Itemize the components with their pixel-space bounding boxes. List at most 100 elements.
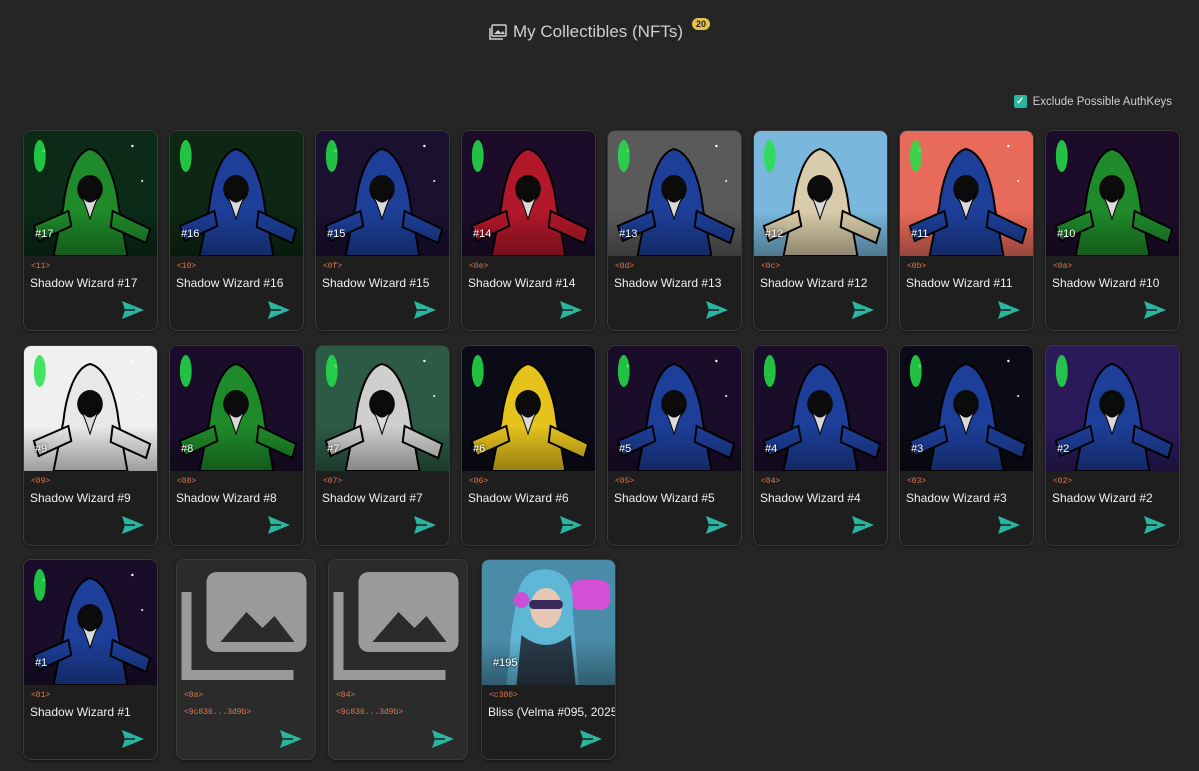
send-icon[interactable] <box>279 729 303 749</box>
nft-number: #195 <box>493 657 518 669</box>
nft-name: Shadow Wizard #8 <box>176 491 277 505</box>
nft-number: #6 <box>473 443 486 455</box>
nft-name: Shadow Wizard #7 <box>322 491 423 505</box>
nft-token-hex: <0a> <box>1053 262 1073 271</box>
nft-number: #15 <box>327 228 346 240</box>
page-title: My Collectibles (NFTs) <box>512 22 683 41</box>
nft-name: Shadow Wizard #6 <box>468 491 569 505</box>
nft-token-hex: <08> <box>177 477 197 486</box>
nft-name: Shadow Wizard #14 <box>468 276 576 290</box>
nft-card[interactable]: #10 <0a> Shadow Wizard #10 <box>1045 130 1180 331</box>
nft-number: #16 <box>181 228 200 240</box>
nft-number: #17 <box>35 228 54 240</box>
placeholder-image-icon <box>177 560 315 685</box>
nft-token-hex: <c300> <box>489 691 518 700</box>
send-icon[interactable] <box>121 729 145 749</box>
nft-number: #1 <box>35 657 48 669</box>
nft-number: #4 <box>765 443 778 455</box>
nft-name: Shadow Wizard #4 <box>760 491 861 505</box>
send-icon[interactable] <box>705 300 729 320</box>
nft-token-hex: <0a> <box>184 691 204 700</box>
nft-name: Shadow Wizard #1 <box>30 705 131 719</box>
nft-card[interactable]: #8 <08> Shadow Wizard #8 <box>169 345 304 546</box>
nft-card[interactable]: #6 <06> Shadow Wizard #6 <box>461 345 596 546</box>
nft-card[interactable]: <04> <9c836...3d9b> <box>328 559 468 760</box>
send-icon[interactable] <box>559 300 583 320</box>
nft-card[interactable]: #2 <02> Shadow Wizard #2 <box>1045 345 1180 546</box>
nft-card[interactable]: #13 <0d> Shadow Wizard #13 <box>607 130 742 331</box>
nft-number: #3 <box>911 443 924 455</box>
send-icon[interactable] <box>851 300 875 320</box>
image-collection-icon <box>489 24 507 40</box>
nft-token-hex: <0c> <box>761 262 781 271</box>
nft-name: Bliss (Velma #095, 2025) <box>488 705 616 719</box>
nft-token-hex: <09> <box>31 477 51 486</box>
nft-card[interactable]: #4 <04> Shadow Wizard #4 <box>753 345 888 546</box>
nft-token-hex: <0f> <box>323 262 343 271</box>
send-icon[interactable] <box>413 515 437 535</box>
nft-token-hex: <10> <box>177 262 197 271</box>
nft-token-hex: <04> <box>761 477 781 486</box>
nft-card[interactable]: #12 <0c> Shadow Wizard #12 <box>753 130 888 331</box>
nft-token-hex: <0b> <box>907 262 927 271</box>
nft-number: #14 <box>473 228 492 240</box>
send-icon[interactable] <box>121 300 145 320</box>
send-icon[interactable] <box>851 515 875 535</box>
nft-card[interactable]: #3 <03> Shadow Wizard #3 <box>899 345 1034 546</box>
nft-token-hex: <01> <box>31 691 51 700</box>
send-icon[interactable] <box>1143 515 1167 535</box>
send-icon[interactable] <box>431 729 455 749</box>
nft-card[interactable]: #14 <0e> Shadow Wizard #14 <box>461 130 596 331</box>
send-icon[interactable] <box>705 515 729 535</box>
send-icon[interactable] <box>997 515 1021 535</box>
nft-token-hex: <04> <box>336 691 356 700</box>
nft-number: #7 <box>327 443 340 455</box>
send-icon[interactable] <box>579 729 603 749</box>
nft-address: <9c836...3d9b> <box>336 708 404 717</box>
nft-token-hex: <05> <box>615 477 635 486</box>
nft-token-hex: <07> <box>323 477 343 486</box>
send-icon[interactable] <box>267 515 291 535</box>
send-icon[interactable] <box>121 515 145 535</box>
nft-card[interactable]: <0a> <9c836...3d9b> <box>176 559 316 760</box>
nft-token-hex: <03> <box>907 477 927 486</box>
send-icon[interactable] <box>267 300 291 320</box>
nft-card[interactable]: #16 <10> Shadow Wizard #16 <box>169 130 304 331</box>
nft-token-hex: <11> <box>31 262 51 271</box>
nft-card[interactable]: #17 <11> Shadow Wizard #17 <box>23 130 158 331</box>
page-header: My Collectibles (NFTs) 20 <box>0 18 1199 45</box>
nft-number: #12 <box>765 228 784 240</box>
send-icon[interactable] <box>559 515 583 535</box>
send-icon[interactable] <box>413 300 437 320</box>
nft-name: Shadow Wizard #2 <box>1052 491 1153 505</box>
nft-name: Shadow Wizard #3 <box>906 491 1007 505</box>
nft-name: Shadow Wizard #11 <box>906 276 1013 290</box>
nft-card[interactable]: #195 <c300> Bliss (Velma #095, 2025) <box>481 559 616 760</box>
nft-card[interactable]: #7 <07> Shadow Wizard #7 <box>315 345 450 546</box>
nft-name: Shadow Wizard #9 <box>30 491 131 505</box>
nft-card[interactable]: #11 <0b> Shadow Wizard #11 <box>899 130 1034 331</box>
nft-name: Shadow Wizard #16 <box>176 276 284 290</box>
nft-number: #10 <box>1057 228 1076 240</box>
send-icon[interactable] <box>1143 300 1167 320</box>
nft-name: Shadow Wizard #15 <box>322 276 430 290</box>
nft-name: Shadow Wizard #10 <box>1052 276 1160 290</box>
nft-name: Shadow Wizard #5 <box>614 491 715 505</box>
nft-card[interactable]: #5 <05> Shadow Wizard #5 <box>607 345 742 546</box>
nft-number: #8 <box>181 443 194 455</box>
nft-card[interactable]: #9 <09> Shadow Wizard #9 <box>23 345 158 546</box>
nft-number: #5 <box>619 443 632 455</box>
nft-name: Shadow Wizard #13 <box>614 276 722 290</box>
nft-number: #9 <box>35 443 48 455</box>
exclude-authkeys-filter[interactable]: ✓ Exclude Possible AuthKeys <box>1013 95 1172 108</box>
nft-card[interactable]: #15 <0f> Shadow Wizard #15 <box>315 130 450 331</box>
exclude-authkeys-checkbox[interactable]: ✓ <box>1013 95 1027 108</box>
nft-token-hex: <02> <box>1053 477 1073 486</box>
nft-name: Shadow Wizard #12 <box>760 276 868 290</box>
nft-card[interactable]: #1 <01> Shadow Wizard #1 <box>23 559 158 760</box>
nft-token-hex: <0d> <box>615 262 635 271</box>
send-icon[interactable] <box>997 300 1021 320</box>
nft-number: #2 <box>1057 443 1070 455</box>
nft-number: #13 <box>619 228 638 240</box>
nft-address: <9c836...3d9b> <box>184 708 252 717</box>
